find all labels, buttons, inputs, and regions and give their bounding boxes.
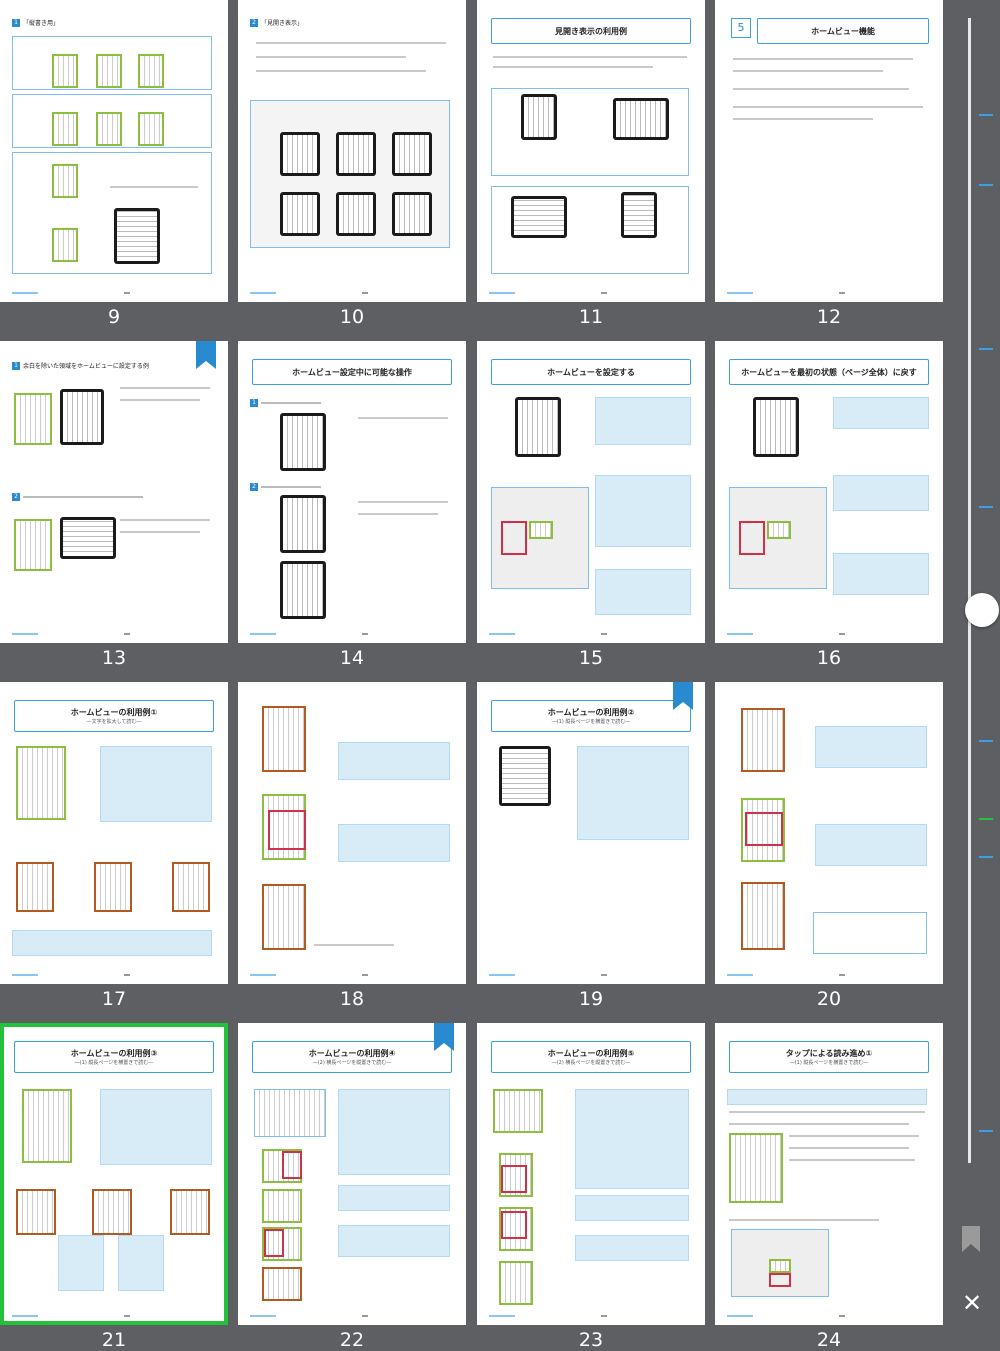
page-thumbnail[interactable]: タップによる読み進め① ―(1) 縦長ページを横置きで読む― 24 (715, 1023, 943, 1351)
bookmark-ribbon-icon (434, 1023, 454, 1051)
page-number: 14 (339, 647, 365, 669)
page-number: 15 (578, 647, 604, 669)
page-title: 見開き表示の利用例 (555, 26, 627, 36)
page-subtitle: ―(2) 横長ページを縦置きで読む― (551, 1060, 631, 1066)
page-number: 21 (101, 1329, 127, 1351)
page-thumbnail[interactable]: 1 「縦書き用」 9 (0, 0, 228, 328)
page-preview: ホームビューの利用例⑤ ―(2) 横長ページを縦置きで読む― (477, 1023, 705, 1325)
page-preview: ホームビューの利用例④ ―(2) 横長ページを縦置きで読む― (238, 1023, 466, 1325)
page-number: 24 (816, 1329, 842, 1351)
page-thumbnail[interactable]: 見開き表示の利用例 11 (477, 0, 705, 328)
section-title: 「縦書き用」 (23, 20, 60, 27)
section-number: 5 (731, 18, 751, 38)
page-thumbnail[interactable]: ホームビューの利用例① ―文字を拡大して読む― 17 (0, 682, 228, 1010)
page-subtitle: ―(2) 横長ページを縦置きで読む― (312, 1060, 392, 1066)
page-preview: ホームビューを設定する (477, 341, 705, 643)
page-title: ホームビューの利用例① (70, 708, 158, 717)
page-number: 9 (107, 306, 121, 328)
page-title: ホームビューの利用例⑤ (547, 1049, 635, 1058)
section-title: 余白を除いた領域をホームビューに設定する例 (23, 363, 149, 370)
page-number: 13 (101, 647, 127, 669)
page-preview (238, 682, 466, 984)
section-title: 「見開き表示」 (261, 20, 304, 27)
page-thumbnail[interactable]: ホームビュー設定中に可能な操作 1 2 14 (238, 341, 466, 669)
page-number: 22 (339, 1329, 365, 1351)
scroll-thumb[interactable] (965, 593, 999, 627)
page-preview: 2 「見開き表示」 (238, 0, 466, 302)
page-title: ホームビュー設定中に可能な操作 (292, 367, 412, 377)
page-number: 17 (101, 988, 127, 1010)
page-thumbnail[interactable]: ホームビューを設定する 15 (477, 341, 705, 669)
page-title: ホームビュー機能 (811, 26, 875, 36)
page-title: タップによる読み進め① (785, 1049, 873, 1058)
page-number: 19 (578, 988, 604, 1010)
page-thumbnail[interactable]: ホームビューの利用例② ―(1) 縦長ページを横置きで読む― 19 (477, 682, 705, 1010)
page-subtitle: ―(1) 縦長ページを横置きで読む― (551, 719, 631, 725)
page-thumbnail[interactable]: ホームビューの利用例⑤ ―(2) 横長ページを縦置きで読む― 23 (477, 1023, 705, 1351)
page-thumbnail[interactable]: ホームビューの利用例③ ―(1) 縦長ページを横置きで読む― 21 (0, 1023, 228, 1351)
page-title: ホームビューの利用例④ (308, 1049, 396, 1058)
page-number: 16 (816, 647, 842, 669)
page-preview: ホームビューを最初の状態（ページ全体）に戻す (715, 341, 943, 643)
page-title: ホームビューを最初の状態（ページ全体）に戻す (741, 367, 917, 377)
page-preview: ホームビューの利用例① ―文字を拡大して読む― (0, 682, 228, 984)
page-thumbnail-grid: 1 「縦書き用」 9 2 「見開き表示」 10 見開き表示の利用例 11 5 ホ… (0, 0, 955, 1351)
page-preview: 見開き表示の利用例 (477, 0, 705, 302)
page-subtitle: ―文字を拡大して読む― (86, 719, 142, 725)
page-preview (715, 682, 943, 984)
page-thumbnail[interactable]: ホームビューを最初の状態（ページ全体）に戻す 16 (715, 341, 943, 669)
page-preview: 1 余白を除いた領域をホームビューに設定する例 2 (0, 341, 228, 643)
page-preview: タップによる読み進め① ―(1) 縦長ページを横置きで読む― (715, 1023, 943, 1325)
page-preview: ホームビューの利用例② ―(1) 縦長ページを横置きで読む― (477, 682, 705, 984)
page-title: ホームビューの利用例③ (70, 1049, 158, 1058)
page-thumbnail[interactable]: ホームビューの利用例④ ―(2) 横長ページを縦置きで読む― 22 (238, 1023, 466, 1351)
page-thumbnail[interactable]: 5 ホームビュー機能 12 (715, 0, 943, 328)
page-subtitle: ―(1) 縦長ページを横置きで読む― (74, 1060, 154, 1066)
page-title: ホームビューの利用例② (547, 708, 635, 717)
page-preview-selected: ホームビューの利用例③ ―(1) 縦長ページを横置きで読む― (0, 1023, 228, 1325)
page-subtitle: ―(1) 縦長ページを横置きで読む― (789, 1060, 869, 1066)
page-number: 20 (816, 988, 842, 1010)
page-number: 18 (339, 988, 365, 1010)
page-number: 12 (816, 306, 842, 328)
bookmark-ribbon-icon (196, 341, 216, 369)
page-scrollbar[interactable]: ✕ (955, 0, 1000, 1334)
page-title: ホームビューを設定する (547, 367, 635, 377)
page-thumbnail[interactable]: 1 余白を除いた領域をホームビューに設定する例 2 13 (0, 341, 228, 669)
page-number: 11 (578, 306, 604, 328)
scroll-track[interactable] (965, 18, 999, 1163)
page-preview: 5 ホームビュー機能 (715, 0, 943, 302)
page-preview: ホームビュー設定中に可能な操作 1 2 (238, 341, 466, 643)
page-thumbnail[interactable]: 20 (715, 682, 943, 1010)
page-number: 10 (339, 306, 365, 328)
page-thumbnail[interactable]: 18 (238, 682, 466, 1010)
bookmark-icon[interactable] (961, 1226, 981, 1252)
close-icon[interactable]: ✕ (959, 1290, 985, 1316)
page-preview: 1 「縦書き用」 (0, 0, 228, 302)
bookmark-ribbon-icon (673, 682, 693, 710)
page-number: 23 (578, 1329, 604, 1351)
page-thumbnail[interactable]: 2 「見開き表示」 10 (238, 0, 466, 328)
